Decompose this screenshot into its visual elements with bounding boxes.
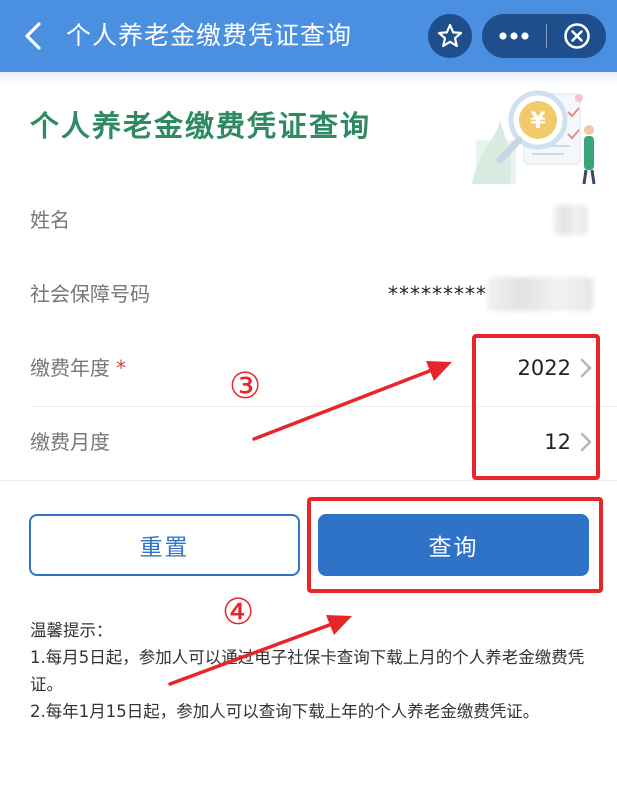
name-value-redacted xyxy=(553,205,587,235)
header-illustration: ¥ xyxy=(466,80,606,188)
required-mark: * xyxy=(116,356,126,380)
annotation-box-year-month xyxy=(472,334,600,480)
star-icon xyxy=(437,23,463,48)
month-label: 缴费月度 xyxy=(30,430,110,454)
form-row-ssn: 社会保障号码 ********* xyxy=(0,257,617,331)
annotation-step-4: ④ xyxy=(222,592,255,633)
page-title: 个人养老金缴费凭证查询 xyxy=(30,109,372,143)
tips-heading: 温馨提示： xyxy=(30,621,113,640)
year-label: 缴费年度 * xyxy=(30,356,126,380)
tips-section: 温馨提示： 1.每月5日起，参加人可以通过电子社保卡查询下载上月的个人养老金缴费… xyxy=(30,617,590,725)
miniapp-capsule xyxy=(482,14,606,58)
form-bottom-divider xyxy=(0,480,617,481)
favorite-button[interactable] xyxy=(428,14,472,58)
name-label: 姓名 xyxy=(30,208,70,232)
yuan-magnifier-illustration: ¥ xyxy=(472,90,596,185)
close-button[interactable] xyxy=(547,14,606,58)
ssn-masked-value: ********* xyxy=(388,282,487,306)
back-icon xyxy=(25,22,41,50)
svg-text:¥: ¥ xyxy=(530,109,546,134)
close-circle-icon xyxy=(563,23,590,49)
back-button[interactable] xyxy=(16,18,52,54)
top-navigation-bar: 个人养老金缴费凭证查询 xyxy=(0,0,617,72)
tips-line-2: 2.每年1月15日起，参加人可以查询下载上年的个人养老金缴费凭证。 xyxy=(30,702,540,721)
reset-button[interactable]: 重置 xyxy=(29,514,300,576)
annotation-box-query xyxy=(307,497,603,593)
more-icon xyxy=(499,32,529,40)
annotation-step-3: ③ xyxy=(229,366,262,407)
form-row-name: 姓名 xyxy=(0,183,617,257)
ssn-label: 社会保障号码 xyxy=(30,282,150,306)
more-button[interactable] xyxy=(482,14,546,58)
tips-line-1: 1.每月5日起，参加人可以通过电子社保卡查询下载上月的个人养老金缴费凭证。 xyxy=(30,648,585,694)
ssn-value-redacted xyxy=(487,277,593,311)
nav-title: 个人养老金缴费凭证查询 xyxy=(66,21,353,50)
